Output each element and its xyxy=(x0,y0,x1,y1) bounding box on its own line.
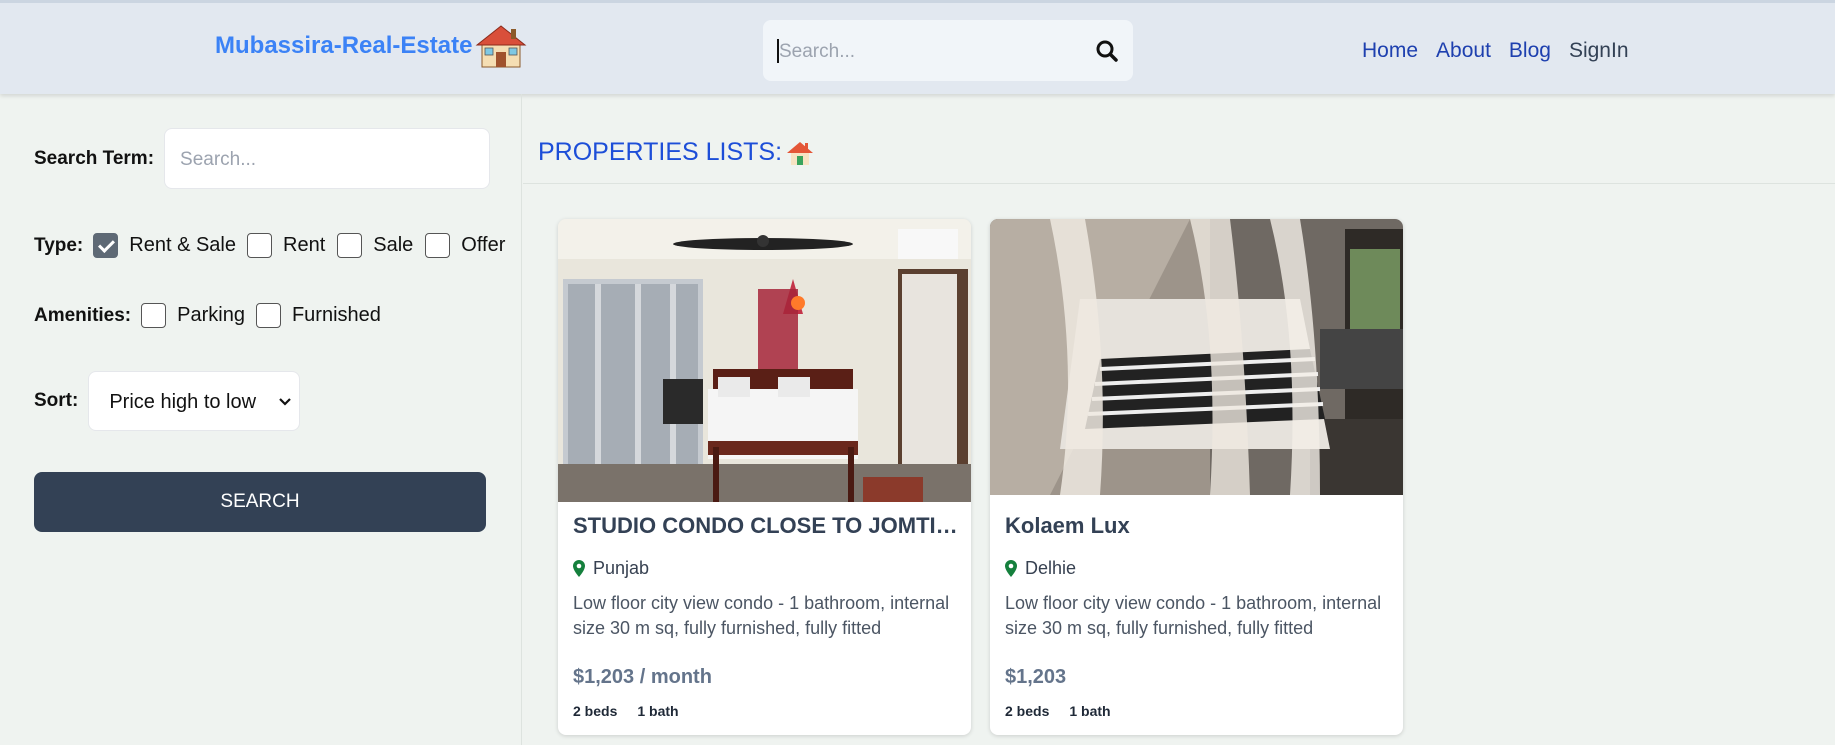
listing-location-text: Delhie xyxy=(1025,558,1077,578)
sort-label: Sort: xyxy=(34,390,79,411)
listing-location: Delhie xyxy=(1005,558,1076,579)
listing-meta: 2 beds 1 bath xyxy=(1005,703,1111,719)
brand-logo[interactable]: Mubassira-Real-Estate xyxy=(215,23,528,69)
main-nav: Home About Blog SignIn xyxy=(1362,39,1629,63)
type-row: Type: Rent & Sale Rent Sale Offer xyxy=(34,233,505,258)
header-search-placeholder: Search... xyxy=(779,41,856,62)
search-term-placeholder: Search... xyxy=(180,149,257,170)
amenities-row: Amenities: Parking Furnished xyxy=(34,303,381,328)
search-term-input[interactable]: Search... xyxy=(164,128,491,189)
type-label: Type: xyxy=(34,234,84,256)
rent-and-sale-label: Rent & Sale xyxy=(129,234,236,256)
filter-sidebar: Search Term: Search... Type: Rent & Sale… xyxy=(0,94,522,745)
listing-price: $1,203 / month xyxy=(573,666,712,688)
search-term-row: Search Term: Search... xyxy=(34,128,491,189)
nav-home[interactable]: Home xyxy=(1362,39,1418,63)
listing-card[interactable]: STUDIO CONDO CLOSE TO JOMTIEN BEACH Punj… xyxy=(558,219,971,735)
listing-beds: 2 beds xyxy=(1005,703,1050,719)
listing-title[interactable]: Kolaem Lux xyxy=(1005,513,1390,539)
checkbox-parking[interactable] xyxy=(141,303,167,328)
page-title-text: PROPERTIES LISTS: xyxy=(538,138,783,166)
checkbox-furnished[interactable] xyxy=(255,303,281,328)
listing-title[interactable]: STUDIO CONDO CLOSE TO JOMTIEN BEACH xyxy=(573,513,958,539)
listing-description: Low floor city view condo - 1 bathroom, … xyxy=(573,593,950,638)
listing-location-text: Punjab xyxy=(593,558,650,578)
parking-label: Parking xyxy=(177,304,245,326)
search-icon[interactable] xyxy=(1095,39,1119,63)
furnished-label: Furnished xyxy=(291,304,381,326)
listing-image[interactable] xyxy=(558,219,971,502)
listing-card[interactable]: Kolaem Lux Delhie Low floor city view co… xyxy=(990,219,1403,735)
house-icon xyxy=(476,25,527,68)
brand-name[interactable]: Mubassira-Real-Estate xyxy=(215,32,472,60)
nav-about[interactable]: About xyxy=(1436,39,1491,63)
listing-baths: 1 bath xyxy=(1069,703,1111,719)
page-title: PROPERTIES LISTS: xyxy=(538,138,815,167)
search-term-label: Search Term: xyxy=(34,147,155,169)
map-pin-icon xyxy=(573,560,585,577)
listing-beds: 2 beds xyxy=(573,703,618,719)
house-icon xyxy=(787,141,814,165)
listing-price: $1,203 xyxy=(1005,666,1067,688)
offer-label: Offer xyxy=(461,234,506,256)
rent-label: Rent xyxy=(283,234,326,256)
nav-blog[interactable]: Blog xyxy=(1509,39,1551,63)
checkbox-rent-and-sale[interactable] xyxy=(93,233,119,258)
divider xyxy=(523,183,1835,184)
amenities-label: Amenities: xyxy=(34,304,132,326)
listing-baths: 1 bath xyxy=(637,703,679,719)
nav-signin[interactable]: SignIn xyxy=(1569,39,1629,63)
listing-location: Punjab xyxy=(573,558,649,579)
checkbox-offer[interactable] xyxy=(425,233,451,258)
search-button[interactable]: SEARCH xyxy=(34,472,486,532)
checkbox-sale[interactable] xyxy=(337,233,363,258)
header: Mubassira-Real-Estate Search... Home Abo… xyxy=(0,0,1835,94)
chevron-down-icon xyxy=(279,398,292,406)
listings-main: PROPERTIES LISTS: STUDIO CONDO CLOSE TO … xyxy=(523,94,1835,745)
map-pin-icon xyxy=(1005,560,1017,577)
sort-value: Price high to low xyxy=(109,391,257,413)
sort-select[interactable]: Price high to low xyxy=(88,371,301,431)
listing-meta: 2 beds 1 bath xyxy=(573,703,679,719)
header-search-input[interactable]: Search... xyxy=(763,20,1133,81)
sort-row: Sort: Price high to low xyxy=(34,371,301,431)
listing-description: Low floor city view condo - 1 bathroom, … xyxy=(1005,593,1382,638)
listing-image[interactable] xyxy=(990,219,1403,495)
checkbox-rent[interactable] xyxy=(247,233,272,258)
sale-label: Sale xyxy=(373,234,414,256)
